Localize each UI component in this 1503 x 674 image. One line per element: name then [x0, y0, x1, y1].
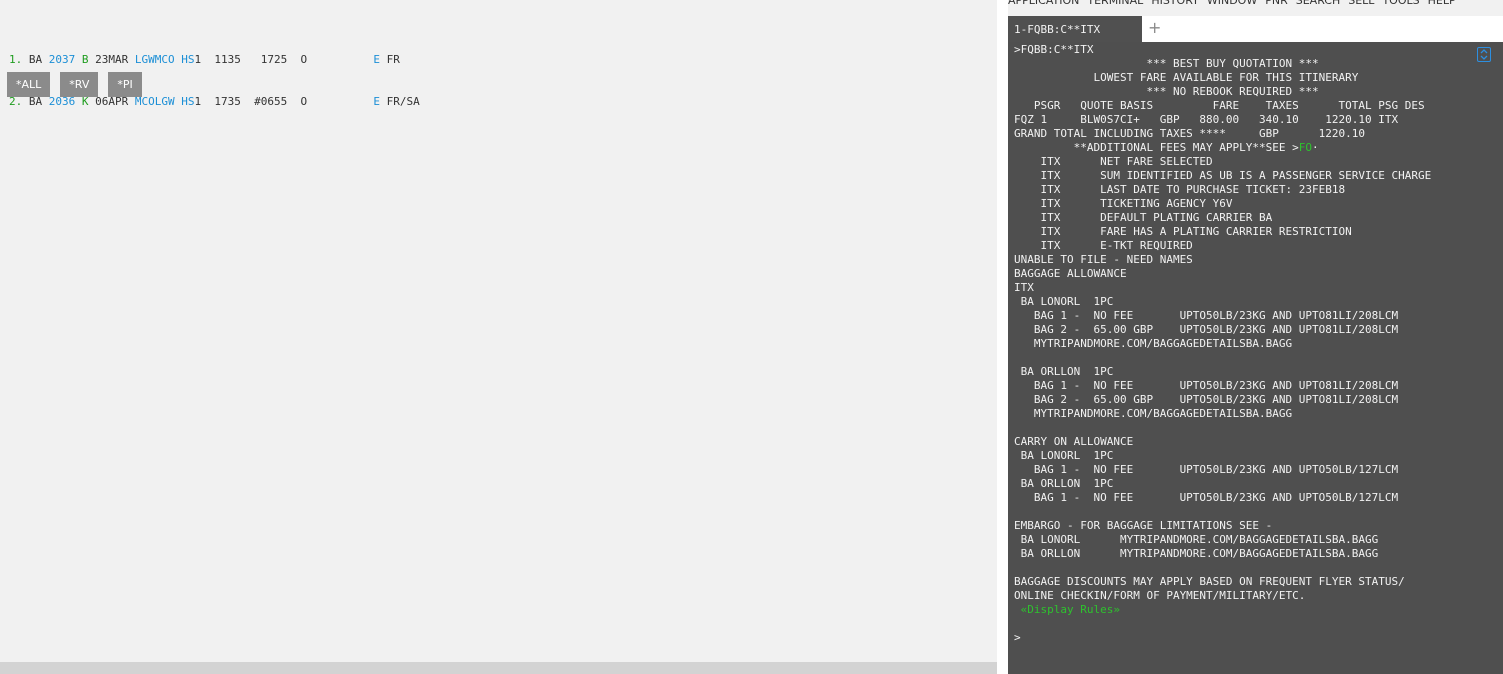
terminal-line: ITX	[1014, 281, 1034, 294]
quick-command-bar: *ALL *RV *PI	[7, 72, 152, 97]
terminal-line: MYTRIPANDMORE.COM/BAGGAGEDETAILSBA.BAGG	[1014, 337, 1293, 350]
add-tab-icon[interactable]: +	[1148, 18, 1161, 38]
eticket-indicator: E	[373, 95, 380, 108]
terminal-line: BA LONORL 1PC	[1014, 295, 1114, 308]
terminal-line: EMBARGO - FOR BAGGAGE LIMITATIONS SEE -	[1014, 519, 1273, 532]
terminal-line: ITX SUM IDENTIFIED AS UB IS A PASSENGER …	[1014, 169, 1432, 182]
operating-days: FR/SA	[386, 95, 420, 108]
terminal-line: *** NO REBOOK REQUIRED ***	[1014, 85, 1319, 98]
display-rules-link[interactable]: «Display Rules»	[1014, 603, 1120, 616]
all-button[interactable]: *ALL	[7, 72, 51, 97]
menu-search[interactable]: SEARCH	[1296, 0, 1341, 8]
arrival-time: #0655	[254, 95, 288, 108]
terminal-window[interactable]: >FQBB:C**ITX *** BEST BUY QUOTATION *** …	[1008, 42, 1503, 674]
airline-code: BA	[28, 53, 43, 66]
eticket-indicator: E	[373, 53, 380, 66]
scroll-toggle-icon[interactable]	[1477, 47, 1491, 62]
terminal-line: GRAND TOTAL INCLUDING TAXES **** GBP 122…	[1014, 127, 1365, 140]
pi-button[interactable]: *PI	[108, 72, 142, 97]
terminal-line: ITX TICKETING AGENCY Y6V	[1014, 197, 1233, 210]
terminal-line: PSGR QUOTE BASIS FARE TAXES TOTAL PSG DE…	[1014, 99, 1425, 112]
terminal-line: >FQBB:C**ITX	[1014, 43, 1094, 56]
terminal-line: BAG 2 - 65.00 GBP UPTO50LB/23KG AND UPTO…	[1014, 393, 1399, 406]
terminal-line: MYTRIPANDMORE.COM/BAGGAGEDETAILSBA.BAGG	[1014, 407, 1293, 420]
terminal-line: BAG 1 - NO FEE UPTO50LB/23KG AND UPTO50L…	[1014, 491, 1399, 504]
fees-text: **ADDITIONAL FEES MAY APPLY**SEE >	[1014, 141, 1299, 154]
terminal-tab[interactable]: 1-FQBB:C**ITX	[1008, 16, 1142, 42]
pane-divider[interactable]	[997, 0, 1008, 674]
booking-class: B	[81, 53, 89, 66]
terminal-line: UNABLE TO FILE - NEED NAMES	[1014, 253, 1193, 266]
menu-sell[interactable]: SELL	[1348, 0, 1374, 8]
terminal-line: BA ORLLON 1PC	[1014, 365, 1114, 378]
flight-date: 23MAR	[95, 53, 129, 66]
terminal-line: BAGGAGE ALLOWANCE	[1014, 267, 1127, 280]
terminal-line: BA ORLLON MYTRIPANDMORE.COM/BAGGAGEDETAI…	[1014, 547, 1379, 560]
menu-history[interactable]: HISTORY	[1151, 0, 1199, 8]
route[interactable]: LGWMCO	[135, 53, 175, 66]
itinerary-row[interactable]: 2. BA 2036 K 06APR MCOLGW HS1 1735 #0655…	[9, 95, 420, 109]
terminal-tab-bar: 1-FQBB:C**ITX +	[1008, 16, 1503, 42]
terminal-line: BA ORLLON 1PC	[1014, 477, 1114, 490]
terminal-line: *** BEST BUY QUOTATION ***	[1014, 57, 1319, 70]
terminal-line: CARRY ON ALLOWANCE	[1014, 435, 1134, 448]
horizontal-scrollbar[interactable]	[0, 662, 997, 674]
itinerary-row[interactable]: 1. BA 2037 B 23MAR LGWMCO HS1 1135 1725 …	[9, 53, 420, 67]
departure-time: 1135	[214, 53, 241, 66]
segment-number: 1.	[9, 53, 23, 66]
terminal-line: BA LONORL 1PC	[1014, 449, 1114, 462]
terminal-line: ITX FARE HAS A PLATING CARRIER RESTRICTI…	[1014, 225, 1352, 238]
seat-quantity: 1	[194, 95, 202, 108]
terminal-line: ONLINE CHECKIN/FORM OF PAYMENT/MILITARY/…	[1014, 589, 1306, 602]
departure-time: 1735	[214, 95, 241, 108]
menu-terminal[interactable]: TERMINAL	[1087, 0, 1143, 8]
fees-line: **ADDITIONAL FEES MAY APPLY**SEE >FO·	[1014, 141, 1319, 154]
terminal-line: BAG 2 - 65.00 GBP UPTO50LB/23KG AND UPTO…	[1014, 323, 1399, 336]
terminal-line: BAG 1 - NO FEE UPTO50LB/23KG AND UPTO81L…	[1014, 379, 1399, 392]
terminal-line: LOWEST FARE AVAILABLE FOR THIS ITINERARY	[1014, 71, 1359, 84]
seat-quantity: 1	[194, 53, 202, 66]
command-prompt[interactable]: >	[1014, 631, 1021, 644]
rv-button[interactable]: *RV	[60, 72, 99, 97]
terminal-line: ITX DEFAULT PLATING CARRIER BA	[1014, 211, 1273, 224]
menu-help[interactable]: HELP	[1428, 0, 1456, 8]
menu-bar: APPLICATION TERMINAL HISTORY WINDOW PNR …	[1008, 0, 1503, 8]
menu-window[interactable]: WINDOW	[1207, 0, 1257, 8]
segment-status: HS	[181, 95, 195, 108]
pnr-pane: 1. BA 2037 B 23MAR LGWMCO HS1 1135 1725 …	[0, 0, 997, 674]
operating-days: FR	[386, 53, 400, 66]
menu-application[interactable]: APPLICATION	[1008, 0, 1079, 8]
terminal-output: >FQBB:C**ITX *** BEST BUY QUOTATION *** …	[1014, 43, 1431, 645]
segment-flag: O	[300, 95, 308, 108]
terminal-line: ITX LAST DATE TO PURCHASE TICKET: 23FEB1…	[1014, 183, 1346, 196]
terminal-line: ITX NET FARE SELECTED	[1014, 155, 1213, 168]
terminal-line: ITX E-TKT REQUIRED	[1014, 239, 1193, 252]
terminal-line: FQZ 1 BLW0S7CI+ GBP 880.00 340.10 1220.1…	[1014, 113, 1399, 126]
segment-status: HS	[181, 53, 195, 66]
fees-link[interactable]: FO	[1299, 141, 1312, 154]
fees-suffix: ·	[1312, 141, 1319, 154]
terminal-line: BAG 1 - NO FEE UPTO50LB/23KG AND UPTO50L…	[1014, 463, 1399, 476]
flight-number[interactable]: 2037	[49, 53, 76, 66]
terminal-line: BAG 1 - NO FEE UPTO50LB/23KG AND UPTO81L…	[1014, 309, 1399, 322]
menu-tools[interactable]: TOOLS	[1382, 0, 1419, 8]
terminal-line: BAGGAGE DISCOUNTS MAY APPLY BASED ON FRE…	[1014, 575, 1405, 588]
menu-pnr[interactable]: PNR	[1265, 0, 1288, 8]
arrival-time: 1725	[260, 53, 288, 66]
segment-flag: O	[300, 53, 308, 66]
terminal-line: BA LONORL MYTRIPANDMORE.COM/BAGGAGEDETAI…	[1014, 533, 1379, 546]
